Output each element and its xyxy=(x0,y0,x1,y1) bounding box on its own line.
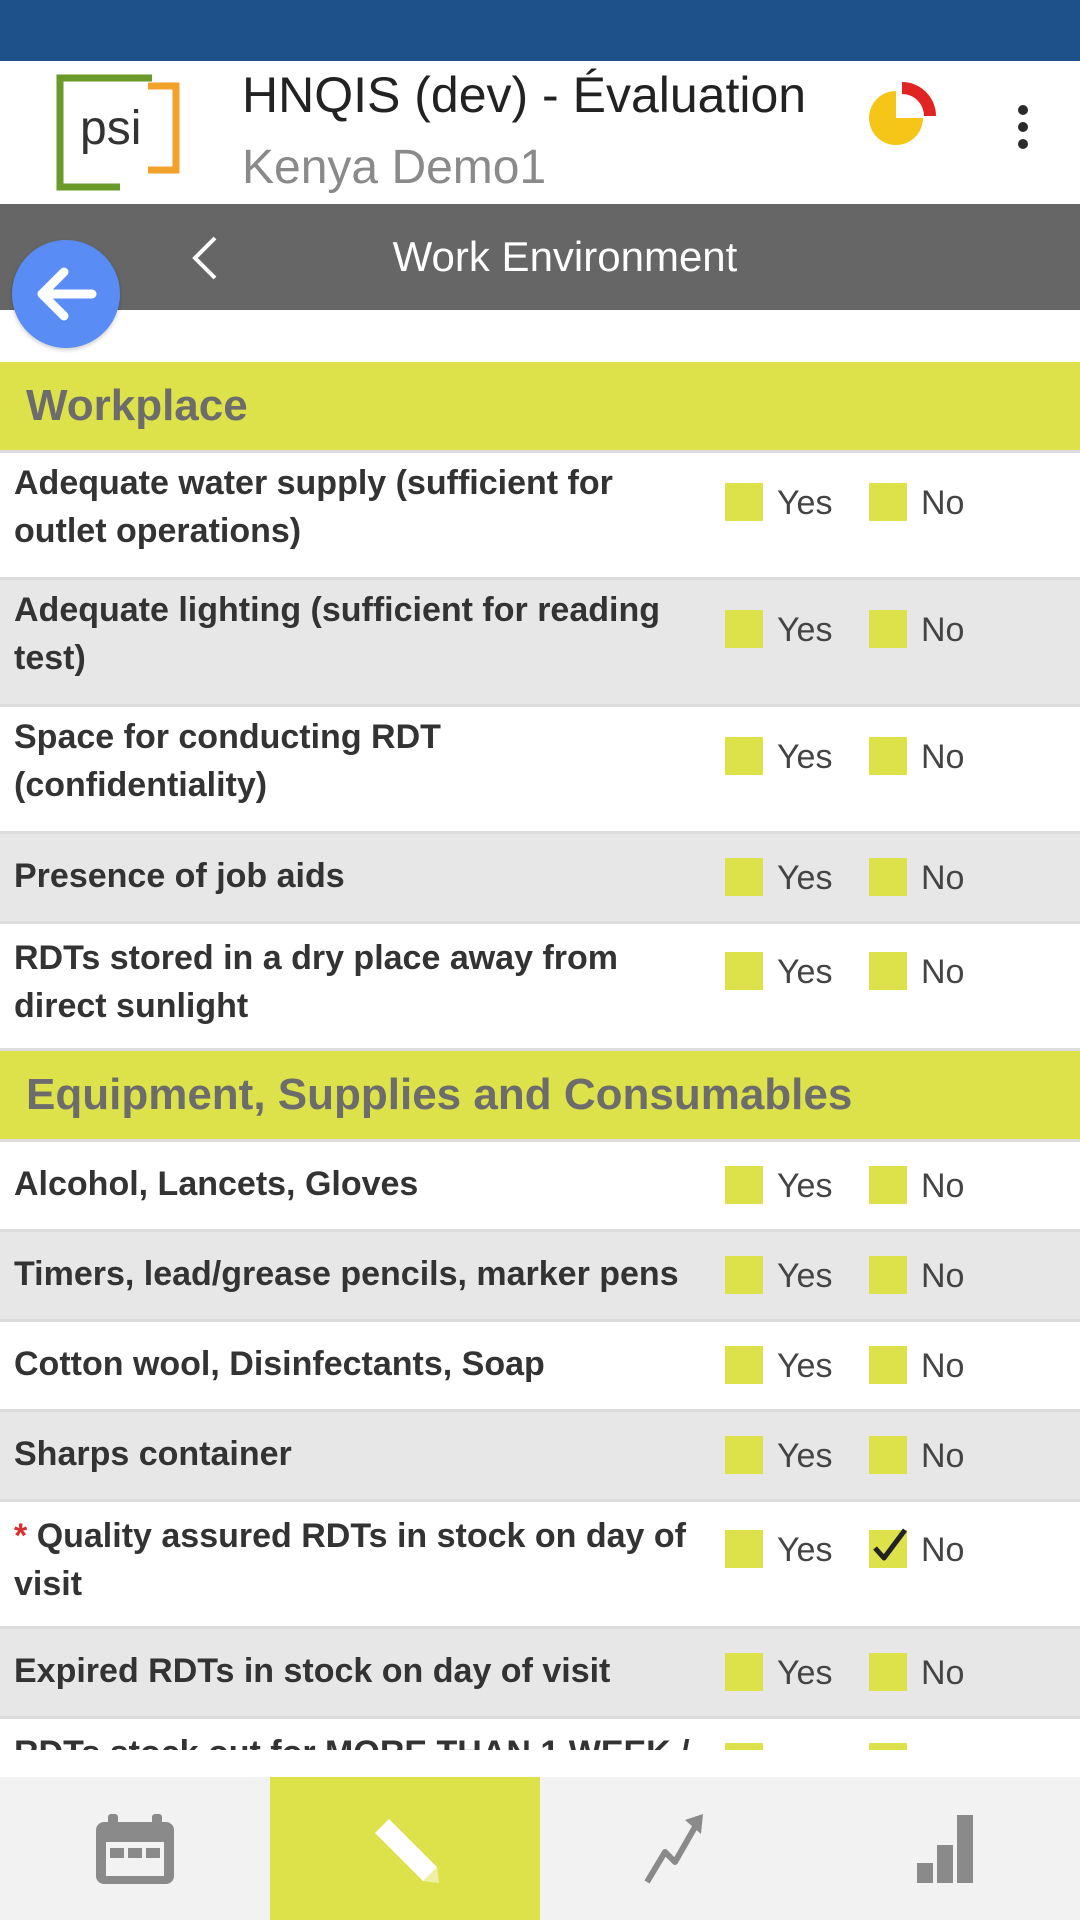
checkbox[interactable] xyxy=(869,483,907,521)
progress-pie-icon[interactable] xyxy=(862,78,936,152)
checkbox[interactable] xyxy=(869,858,907,896)
checkbox[interactable] xyxy=(725,1530,763,1568)
checkbox[interactable] xyxy=(725,1743,763,1750)
checkbox[interactable] xyxy=(725,483,763,521)
checkbox[interactable] xyxy=(869,952,907,990)
logo-text: psi xyxy=(80,102,141,155)
checkbox[interactable] xyxy=(869,1743,907,1750)
section-header: Equipment, Supplies and Consumables xyxy=(0,1051,1080,1142)
question-text: RDTs stock out for MORE THAN 1 WEEK / MO… xyxy=(14,1729,694,1750)
checkmark-icon xyxy=(873,1528,907,1561)
checkbox[interactable] xyxy=(869,1346,907,1384)
question-row: * Quality assured RDTs in stock on day o… xyxy=(0,1502,1080,1629)
question-text: Presence of job aids xyxy=(14,857,345,895)
question-row: RDTs stored in a dry place away from dir… xyxy=(0,924,1080,1051)
checkbox[interactable] xyxy=(725,952,763,990)
question-text: Expired RDTs in stock on day of visit xyxy=(14,1652,611,1690)
question-row: Adequate water supply (sufficient for ou… xyxy=(0,453,1080,580)
nav-stats[interactable] xyxy=(810,1777,1080,1920)
question-row: Cotton wool, Disinfectants, Soap Yes No xyxy=(0,1322,1080,1412)
checkbox[interactable] xyxy=(725,1653,763,1691)
checkbox[interactable] xyxy=(725,610,763,648)
checkbox[interactable] xyxy=(869,1436,907,1474)
checkbox[interactable] xyxy=(869,1653,907,1691)
bottom-nav xyxy=(0,1777,1080,1920)
bar-chart-icon xyxy=(917,1814,973,1883)
arrow-back-icon xyxy=(37,267,97,321)
psi-logo: psi xyxy=(56,74,180,191)
nav-edit[interactable] xyxy=(270,1777,540,1920)
question-text: Timers, lead/grease pencils, marker pens xyxy=(14,1255,679,1293)
nav-improve[interactable] xyxy=(540,1777,810,1920)
checkbox[interactable] xyxy=(869,737,907,775)
question-text: Adequate lighting (sufficient for readin… xyxy=(14,591,660,677)
question-row: Sharps container Yes No xyxy=(0,1412,1080,1502)
calendar-icon xyxy=(96,1813,174,1884)
nav-calendar[interactable] xyxy=(0,1777,270,1920)
question-row: Adequate lighting (sufficient for readin… xyxy=(0,580,1080,707)
more-vert-icon[interactable] xyxy=(1003,105,1043,161)
question-text: Alcohol, Lancets, Gloves xyxy=(14,1165,419,1203)
checkbox[interactable] xyxy=(869,1166,907,1204)
question-text: Adequate water supply (sufficient for ou… xyxy=(14,464,613,550)
question-text: Cotton wool, Disinfectants, Soap xyxy=(14,1345,545,1383)
back-fab-button[interactable] xyxy=(12,240,120,348)
question-row: Space for conducting RDT (confidentialit… xyxy=(0,707,1080,834)
question-text: Space for conducting RDT (confidentialit… xyxy=(14,718,441,804)
question-text: RDTs stored in a dry place away from dir… xyxy=(14,939,618,1025)
question-row: Presence of job aids Yes No xyxy=(0,834,1080,924)
trend-arrow-icon xyxy=(644,1813,703,1884)
question-list[interactable]: Workplace Adequate water supply (suffici… xyxy=(0,362,1080,1750)
pencil-icon xyxy=(375,1818,439,1883)
question-row: Alcohol, Lancets, Gloves Yes No xyxy=(0,1142,1080,1232)
question-row: Timers, lead/grease pencils, marker pens… xyxy=(0,1232,1080,1322)
checkbox[interactable] xyxy=(725,1166,763,1204)
status-bar xyxy=(0,0,1080,61)
app-title: HNQIS (dev) - Évaluation xyxy=(242,67,807,123)
question-row: RDTs stock out for MORE THAN 1 WEEK / MO… xyxy=(0,1719,1080,1750)
question-text: * Quality assured RDTs in stock on day o… xyxy=(14,1517,686,1603)
checkbox[interactable] xyxy=(869,610,907,648)
page-title: Work Environment xyxy=(392,233,738,280)
required-marker: * xyxy=(14,1517,28,1555)
checkbox[interactable] xyxy=(725,1436,763,1474)
checkbox[interactable] xyxy=(869,1256,907,1294)
checkbox[interactable] xyxy=(725,1256,763,1294)
checkbox[interactable] xyxy=(725,1346,763,1384)
app-subtitle: Kenya Demo1 xyxy=(242,141,547,194)
checkbox-checked[interactable] xyxy=(869,1528,907,1568)
checkbox[interactable] xyxy=(725,858,763,896)
section-header: Workplace xyxy=(0,362,1080,453)
question-row: Expired RDTs in stock on day of visit Ye… xyxy=(0,1629,1080,1719)
question-text: Sharps container xyxy=(14,1435,292,1473)
checkbox[interactable] xyxy=(725,737,763,775)
